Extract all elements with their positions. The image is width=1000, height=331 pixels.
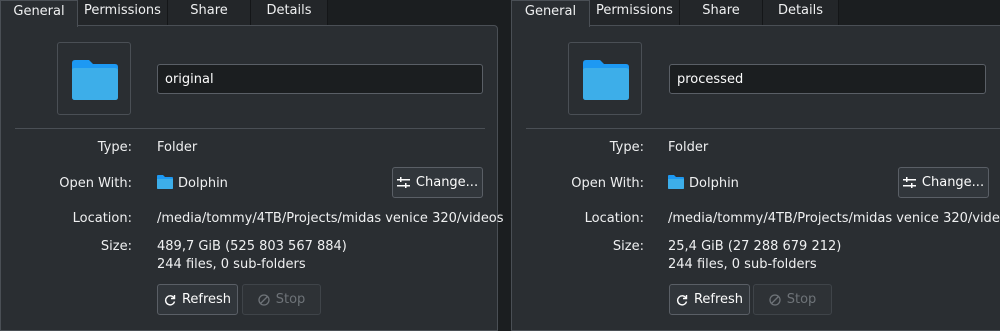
refresh-icon xyxy=(676,294,688,305)
properties-dialog-right: General Permissions Share Details Type: … xyxy=(511,0,1000,331)
tab-general[interactable]: General xyxy=(511,0,590,27)
settings-sliders-icon xyxy=(902,176,916,188)
folder-icon xyxy=(72,60,118,100)
open-with-value: Dolphin xyxy=(157,175,228,191)
tab-details[interactable]: Details xyxy=(251,0,328,26)
size-detail: 244 files, 0 sub-folders xyxy=(157,257,306,272)
settings-sliders-icon xyxy=(396,176,410,188)
location-value[interactable]: /media/tommy/4TB/Projects/midas venice 3… xyxy=(668,211,1000,226)
size-value: 25,4 GiB (27 288 679 212) xyxy=(668,239,842,254)
stop-icon xyxy=(769,293,781,306)
tab-share[interactable]: Share xyxy=(680,0,763,26)
change-button-label: Change... xyxy=(415,175,479,190)
open-with-label: Open With: xyxy=(59,176,132,191)
refresh-button[interactable]: Refresh xyxy=(157,284,238,315)
size-label: Size: xyxy=(612,239,644,254)
size-detail: 244 files, 0 sub-folders xyxy=(668,257,817,272)
stop-button[interactable]: Stop xyxy=(753,284,832,315)
size-label: Size: xyxy=(100,239,132,254)
type-label: Type: xyxy=(609,140,644,155)
refresh-button-label: Refresh xyxy=(693,292,744,307)
location-label: Location: xyxy=(584,211,644,226)
refresh-icon xyxy=(164,294,176,305)
change-button[interactable]: Change... xyxy=(898,167,989,198)
tab-bar: General Permissions Share Details xyxy=(0,0,498,27)
dolphin-icon xyxy=(157,175,173,189)
general-page: Type: Folder Open With: Dolphin Change..… xyxy=(511,25,1000,331)
location-label: Location: xyxy=(72,211,132,226)
tab-permissions[interactable]: Permissions xyxy=(590,0,680,26)
stop-button-label: Stop xyxy=(275,292,306,307)
separator xyxy=(526,128,1000,129)
open-with-label: Open With: xyxy=(571,176,644,191)
properties-dialog-left: General Permissions Share Details Type: … xyxy=(0,0,504,331)
refresh-button-label: Refresh xyxy=(181,292,232,307)
stop-icon xyxy=(258,293,270,306)
folder-icon-button[interactable] xyxy=(57,42,131,115)
folder-icon xyxy=(583,60,629,100)
type-label: Type: xyxy=(97,140,132,155)
stop-button-label: Stop xyxy=(786,292,817,307)
tab-general[interactable]: General xyxy=(0,0,78,27)
type-value: Folder xyxy=(668,140,709,155)
name-field[interactable] xyxy=(669,64,986,94)
separator xyxy=(15,128,485,129)
refresh-button[interactable]: Refresh xyxy=(669,284,750,315)
general-page: Type: Folder Open With: Dolphin Change..… xyxy=(0,25,504,331)
dolphin-icon xyxy=(668,175,684,189)
stop-button[interactable]: Stop xyxy=(242,284,321,315)
tab-bar: General Permissions Share Details xyxy=(511,0,1000,27)
type-value: Folder xyxy=(157,140,198,155)
open-with-value: Dolphin xyxy=(668,175,739,191)
change-button-label: Change... xyxy=(921,175,985,190)
tab-details[interactable]: Details xyxy=(763,0,839,26)
tab-permissions[interactable]: Permissions xyxy=(78,0,168,26)
folder-icon-button[interactable] xyxy=(568,42,642,115)
change-button[interactable]: Change... xyxy=(392,167,483,198)
open-with-app-name: Dolphin xyxy=(689,176,739,191)
tab-share[interactable]: Share xyxy=(168,0,251,26)
location-value[interactable]: /media/tommy/4TB/Projects/midas venice 3… xyxy=(157,211,504,226)
name-field[interactable] xyxy=(157,64,483,94)
open-with-app-name: Dolphin xyxy=(178,176,228,191)
size-value: 489,7 GiB (525 803 567 884) xyxy=(157,239,347,254)
